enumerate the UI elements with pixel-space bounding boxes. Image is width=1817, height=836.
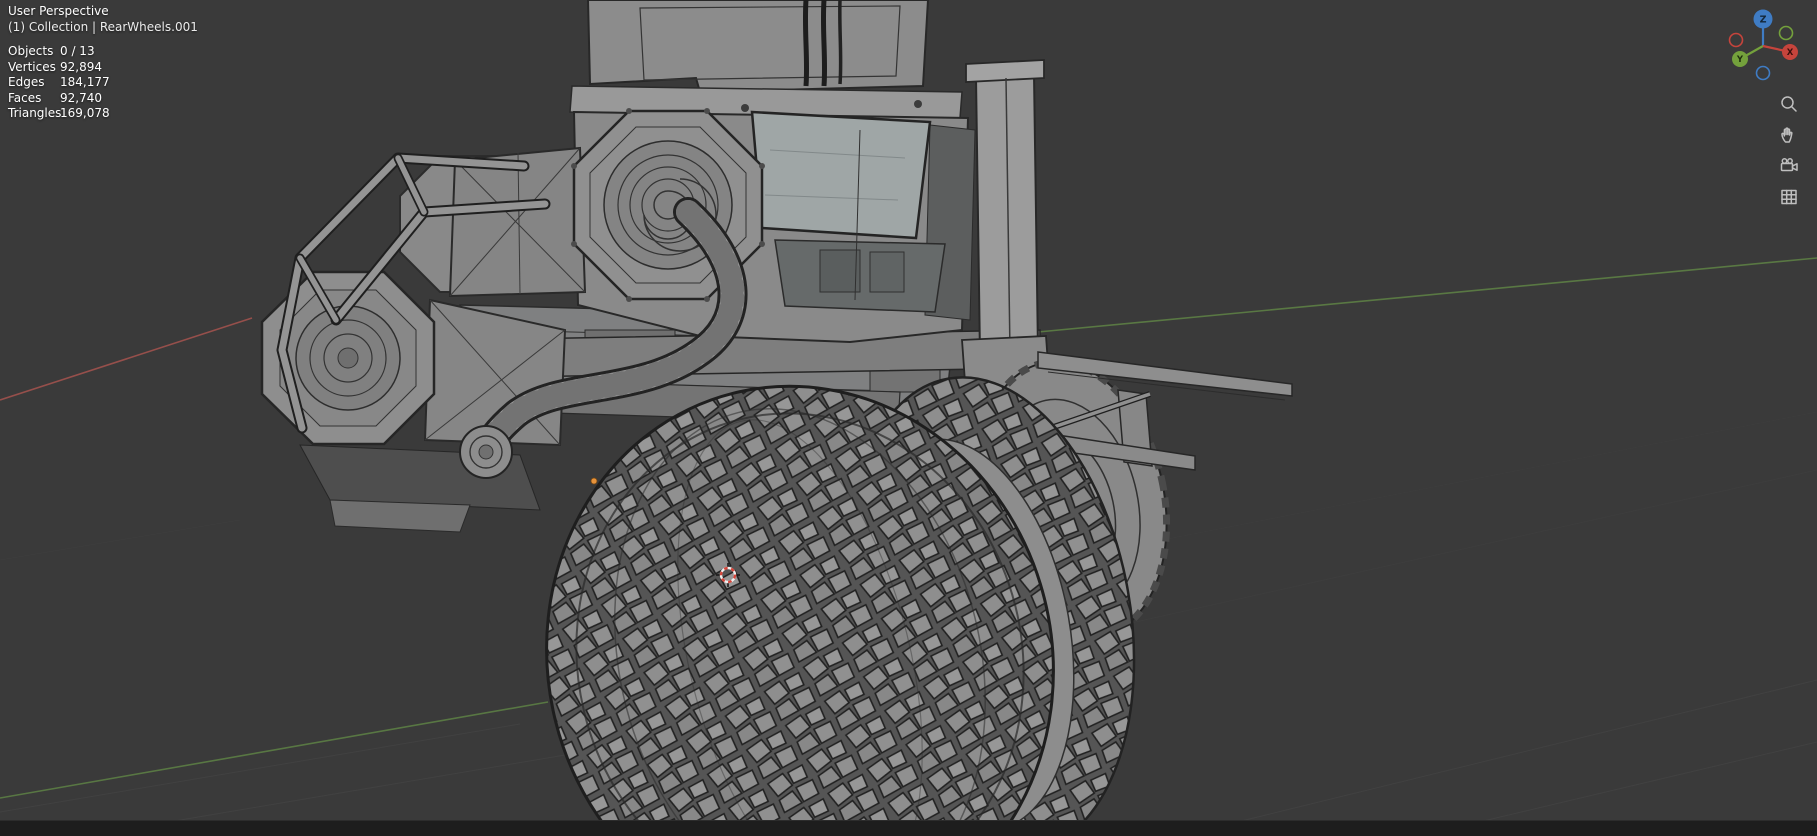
stat-objects-value: 0 / 13: [60, 44, 95, 58]
collection-breadcrumb: (1) Collection | RearWheels.001: [8, 20, 198, 34]
viewport-side-toolbar: [1777, 92, 1801, 209]
gizmo-z-label: Z: [1760, 14, 1767, 25]
stat-faces-value: 92,740: [60, 90, 102, 105]
navigation-gizmo[interactable]: Z Y X: [1723, 6, 1803, 86]
stat-objects-label: Objects: [8, 44, 54, 58]
viewport-overlay: User Perspective (1) Collection | RearWh…: [8, 3, 198, 122]
toggle-projection-icon: [1781, 189, 1797, 205]
stat-vertices-label: Vertices: [8, 59, 56, 74]
object-origin-dot: [590, 477, 598, 485]
stat-edges-value: 184,177: [60, 75, 110, 89]
scene-statistics: Objects 0 / 13 Vertices 92,894 Edges 184…: [8, 44, 198, 122]
gizmo-x-neg-axis[interactable]: [1728, 32, 1744, 48]
toggle-projection-button[interactable]: [1777, 185, 1801, 209]
gizmo-z-neg-axis[interactable]: [1755, 65, 1771, 81]
stat-faces-label: Faces: [8, 90, 42, 105]
pan-hand-icon: [1781, 127, 1793, 143]
gizmo-x-label: X: [1787, 48, 1794, 58]
stat-triangles-value: 169,078: [60, 106, 110, 120]
zoom-icon: [1781, 96, 1797, 112]
gizmo-y-label: Y: [1736, 55, 1744, 65]
pan-button[interactable]: [1777, 123, 1801, 147]
camera-view-icon: [1780, 158, 1798, 172]
y-axis-line-right: [1037, 257, 1817, 333]
stat-vertices-value: 92,894: [60, 59, 102, 74]
camera-view-button[interactable]: [1777, 154, 1801, 178]
viewport-canvas[interactable]: [0, 0, 1817, 836]
stat-triangles-label: Triangles: [8, 106, 62, 120]
x-axis-line: [0, 317, 253, 401]
y-axis-line: [0, 701, 549, 799]
view-mode-label: User Perspective: [8, 4, 109, 18]
model-wireframe-vehicle[interactable]: [260, 0, 1293, 836]
stat-edges-label: Edges: [8, 75, 45, 89]
mast-post: [961, 59, 1051, 397]
blender-3d-viewport[interactable]: User Perspective (1) Collection | RearWh…: [0, 0, 1817, 836]
zoom-button[interactable]: [1777, 92, 1801, 116]
gizmo-y-neg-axis[interactable]: [1778, 25, 1794, 41]
windshield: [750, 110, 932, 240]
status-bar: [0, 820, 1817, 836]
